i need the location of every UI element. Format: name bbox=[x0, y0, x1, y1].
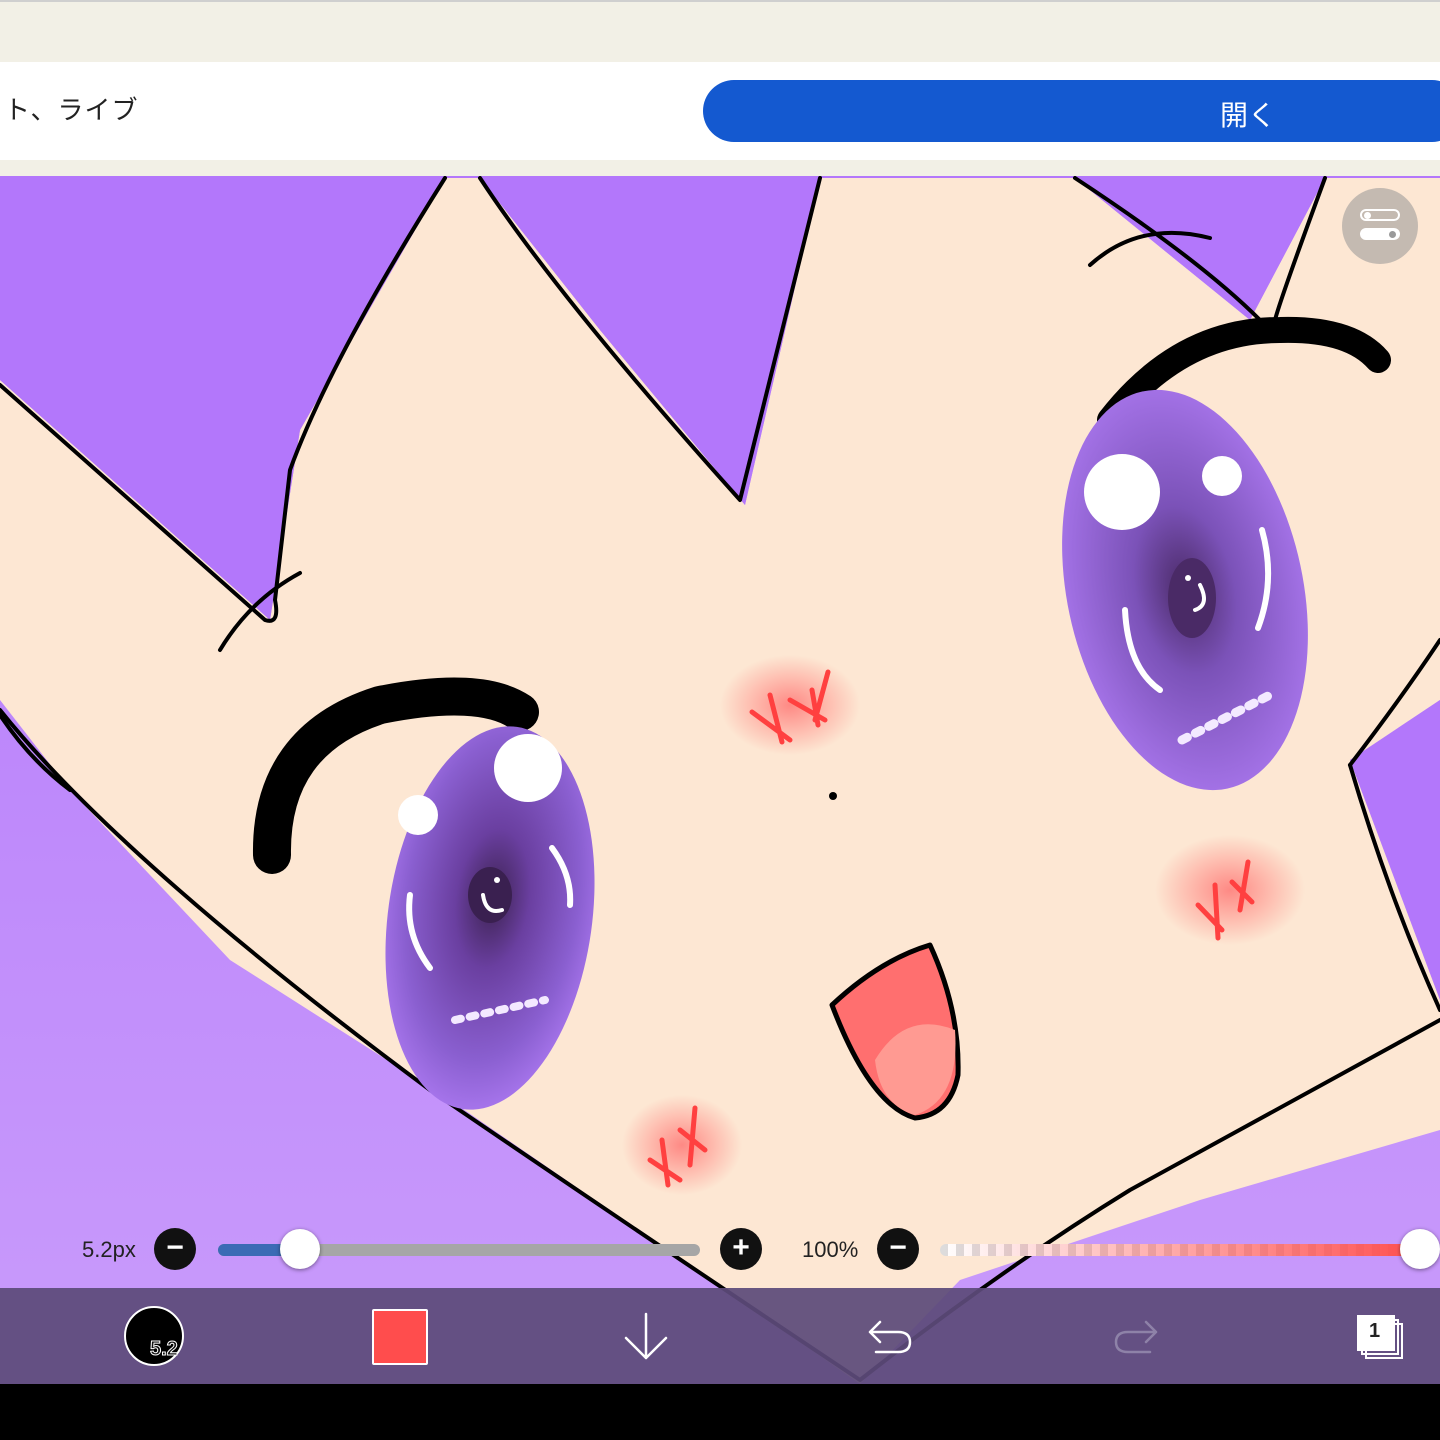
minus-icon: − bbox=[889, 1231, 907, 1264]
drawing-canvas[interactable] bbox=[0, 176, 1440, 1384]
redo-icon[interactable] bbox=[1112, 1318, 1160, 1358]
open-button[interactable]: 開く bbox=[703, 80, 1440, 142]
opacity-label: 100% bbox=[802, 1237, 859, 1262]
banner-text: ト、ライブ bbox=[4, 95, 139, 125]
banner-divider bbox=[0, 160, 1440, 176]
brush-size-decrease-button[interactable]: − bbox=[154, 1228, 196, 1270]
minus-icon: − bbox=[166, 1231, 184, 1264]
layers-button[interactable]: 1 bbox=[1356, 1314, 1406, 1362]
bottom-toolbar: 5.2 1 bbox=[0, 1288, 1440, 1384]
brush-size-increase-button[interactable]: + bbox=[720, 1228, 762, 1270]
plus-icon: + bbox=[732, 1231, 750, 1264]
system-bar bbox=[0, 1384, 1440, 1440]
brush-size-knob[interactable] bbox=[279, 1229, 320, 1269]
opacity-fill bbox=[940, 1244, 1425, 1256]
top-strip bbox=[0, 0, 1440, 62]
opacity-knob[interactable] bbox=[1400, 1229, 1440, 1269]
opacity-slider[interactable] bbox=[940, 1244, 1425, 1256]
color-button[interactable] bbox=[372, 1309, 428, 1365]
download-arrow-icon[interactable] bbox=[620, 1310, 672, 1364]
undo-icon[interactable] bbox=[866, 1318, 914, 1358]
opacity-decrease-button[interactable]: − bbox=[877, 1228, 919, 1270]
open-button-label: 開く bbox=[1220, 100, 1277, 131]
toggle-ui-button[interactable] bbox=[1342, 188, 1418, 264]
layer-count: 1 bbox=[1369, 1320, 1381, 1342]
artwork bbox=[0, 176, 1440, 1384]
brush-button[interactable]: 5.2 bbox=[124, 1306, 184, 1366]
brush-size-indicator: 5.2 bbox=[150, 1338, 179, 1361]
brush-size-label: 5.2px bbox=[82, 1237, 136, 1262]
layers-icon bbox=[1357, 1315, 1403, 1359]
